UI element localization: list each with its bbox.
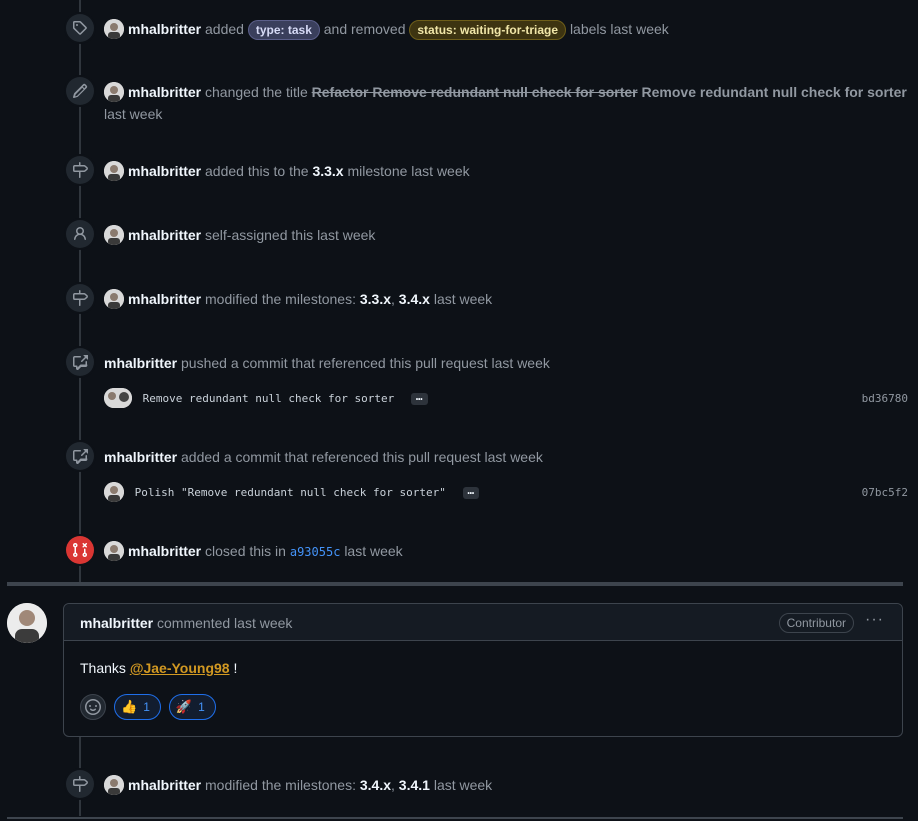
milestone-link[interactable]: 3.4.1 (399, 777, 430, 793)
add-reaction-button[interactable] (80, 694, 106, 720)
event-text: added this to the (205, 163, 309, 179)
commit-row: Polish "Remove redundant null check for … (104, 482, 908, 504)
person-icon (66, 220, 94, 248)
avatar[interactable] (104, 482, 124, 502)
label-status-waiting[interactable]: status: waiting-for-triage (409, 20, 567, 41)
closing-commit-link[interactable]: a93055c (290, 545, 341, 559)
event-text: modified the milestones: (205, 777, 356, 793)
new-title: Remove redundant null check for sorter (641, 84, 907, 100)
label-type-task[interactable]: type: task (247, 20, 320, 41)
event-text: last week (433, 291, 493, 307)
milestone-icon (66, 770, 94, 798)
timeline-divider (7, 817, 903, 819)
comment-body: Thanks @Jae-Young98 ! (80, 660, 237, 676)
author-link[interactable]: mhalbritter (128, 291, 201, 307)
reactions: 👍 1 🚀 1 (80, 694, 216, 720)
avatar[interactable] (104, 19, 124, 40)
git-pull-request-closed-icon (66, 536, 94, 564)
separator: , (391, 777, 395, 793)
avatar[interactable] (104, 775, 124, 796)
commit-message-link[interactable]: Remove redundant null check for sorter (143, 392, 395, 405)
rocket-icon: 🚀 (175, 699, 193, 714)
author-link[interactable]: mhalbritter (128, 21, 201, 37)
avatar-stack[interactable] (104, 388, 132, 408)
author-link[interactable]: mhalbritter (104, 449, 177, 465)
event-text: pushed a commit that referenced this pul… (181, 355, 550, 371)
comment-author-avatar[interactable] (7, 603, 47, 643)
milestone-link[interactable]: 3.4.x (360, 777, 391, 793)
commit-message-link[interactable]: Polish "Remove redundant null check for … (135, 486, 446, 499)
author-link[interactable]: mhalbritter (104, 355, 177, 371)
comment: mhalbritter commented last week Contribu… (63, 603, 903, 737)
milestone-link[interactable]: 3.4.x (399, 291, 430, 307)
comment-header: mhalbritter commented last week Contribu… (64, 604, 902, 641)
comment-text: Thanks (80, 660, 126, 676)
separator: , (391, 291, 395, 307)
cross-reference-icon (66, 442, 94, 470)
avatar[interactable] (104, 225, 124, 246)
pencil-icon (66, 77, 94, 105)
commit-row: Remove redundant null check for sorter …… (104, 388, 908, 410)
milestone-link[interactable]: 3.3.x (360, 291, 391, 307)
expand-commit-button[interactable]: … (410, 391, 428, 405)
comment-options-button[interactable]: ··· (865, 611, 884, 629)
reaction-rocket[interactable]: 🚀 1 (168, 694, 216, 720)
event-text: and removed (323, 21, 406, 37)
event-text: last week (344, 543, 403, 559)
comment-author-link[interactable]: mhalbritter (80, 615, 153, 631)
reaction-count: 1 (198, 700, 205, 714)
tag-icon (66, 14, 94, 42)
avatar[interactable] (104, 541, 124, 562)
event-text: last week (433, 777, 493, 793)
reaction-thumbs-up[interactable]: 👍 1 (114, 694, 161, 720)
event-text: closed this in (205, 543, 286, 559)
commit-sha-link[interactable]: bd36780 (862, 388, 908, 410)
timeline-divider (7, 582, 903, 586)
event-text: last week (104, 106, 163, 123)
thumbs-up-icon: 👍 (121, 699, 138, 714)
event-text: changed the title (205, 84, 308, 100)
cross-reference-icon (66, 348, 94, 376)
old-title: Refactor Remove redundant null check for… (311, 84, 638, 100)
expand-commit-button[interactable]: … (462, 485, 480, 499)
event-text: labels last week (569, 21, 669, 37)
avatar[interactable] (104, 161, 124, 182)
milestone-link[interactable]: 3.3.x (312, 163, 343, 179)
milestone-icon (66, 284, 94, 312)
author-link[interactable]: mhalbritter (128, 227, 201, 243)
author-link[interactable]: mhalbritter (128, 777, 201, 793)
author-link[interactable]: mhalbritter (128, 84, 201, 100)
reaction-count: 1 (143, 700, 150, 714)
comment-timestamp[interactable]: commented last week (157, 615, 292, 631)
commit-sha-link[interactable]: 07bc5f2 (862, 482, 908, 504)
user-mention-link[interactable]: @Jae-Young98 (130, 660, 230, 676)
author-link[interactable]: mhalbritter (128, 543, 201, 559)
avatar[interactable] (104, 82, 124, 103)
comment-text: ! (233, 660, 238, 676)
milestone-icon (66, 156, 94, 184)
event-text: modified the milestones: (205, 291, 356, 307)
event-text: self-assigned this last week (205, 227, 376, 243)
avatar[interactable] (104, 289, 124, 310)
contributor-badge: Contributor (778, 613, 854, 633)
smiley-icon (85, 699, 101, 715)
author-link[interactable]: mhalbritter (128, 163, 201, 179)
event-text: added a commit that referenced this pull… (181, 449, 543, 465)
event-text: added (205, 21, 244, 37)
event-text: milestone last week (347, 163, 470, 179)
